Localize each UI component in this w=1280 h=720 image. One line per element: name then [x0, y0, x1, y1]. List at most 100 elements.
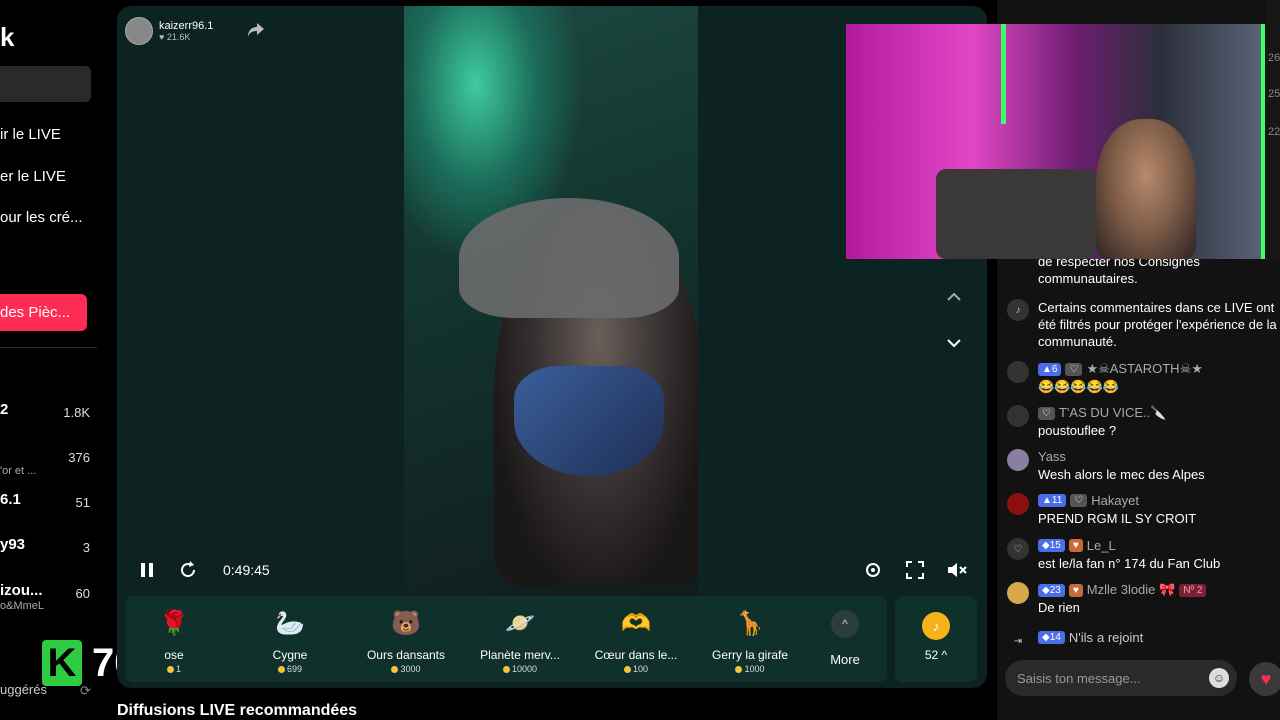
refresh-button[interactable] — [177, 558, 199, 582]
gift-name: Cygne — [272, 648, 308, 662]
chevron-up-icon: ^ — [831, 610, 859, 638]
get-coins-button[interactable]: des Pièc... — [0, 294, 87, 331]
recommended-heading: Diffusions LIVE recommandées — [117, 702, 358, 719]
gift-price: 100 — [581, 664, 691, 674]
level-badge: ▲ 6 — [1038, 362, 1062, 376]
chat-text: Wesh alors le mec des Alpes — [1038, 467, 1205, 482]
level-badge: ▲ 11 — [1038, 494, 1067, 507]
chat-message[interactable]: ♡ T'AS DU VICE..🔪 poustouflee ? — [1007, 405, 1277, 441]
chat-head: ♡ T'AS DU VICE..🔪 — [1038, 405, 1167, 421]
avatar[interactable] — [1007, 582, 1029, 604]
chat-text: PREND RGM IL SY CROIT — [1038, 511, 1197, 526]
gift-price: 3000 — [351, 664, 461, 674]
giraffe-icon: 🦒 — [735, 609, 765, 637]
fan-badge: ♡ — [1070, 494, 1088, 507]
chat-text: poustouflee ? — [1038, 423, 1117, 438]
mute-icon[interactable] — [945, 558, 969, 582]
followed-account[interactable]: 2 'or et ... 1.8K — [0, 401, 100, 477]
chat-message[interactable]: Yass Wesh alors le mec des Alpes — [1007, 449, 1277, 485]
streamer-chip[interactable]: kaizerr96.1 ♥ 21.6K — [125, 16, 213, 46]
more-gifts-button[interactable]: ^ More — [825, 610, 865, 667]
gift-name: Ours dansants — [366, 648, 446, 662]
chat-message[interactable]: ▲ 6 ♡ ★☠ASTAROTH☠★ 😂😂😂😂😂 — [1007, 361, 1277, 397]
gift-item[interactable]: 🦒 Gerry la girafe 1000 — [695, 604, 805, 675]
followed-account[interactable]: 6.1 51 — [0, 491, 100, 521]
viewer-count: 1.8K — [63, 405, 90, 420]
next-live-button[interactable] — [943, 333, 965, 355]
coin-balance-button[interactable]: ♪ 52 ^ — [895, 596, 977, 682]
search-input[interactable] — [0, 66, 91, 102]
sidebar-link-creators[interactable]: our les cré... — [0, 209, 83, 226]
account-name: 2 — [0, 401, 9, 418]
viewer-count: 376 — [68, 450, 90, 465]
gift-item[interactable]: 🫶 Cœur dans le... 100 — [581, 604, 691, 675]
chat-message[interactable]: ▲ 11 ♡ Hakayet PREND RGM IL SY CROIT — [1007, 493, 1277, 529]
account-name: y93 — [0, 536, 26, 553]
gift-item[interactable]: 🪐 Planète merv... 10000 — [465, 604, 575, 675]
fullscreen-icon[interactable] — [903, 558, 927, 582]
chat-head: ▲ 11 ♡ Hakayet — [1038, 493, 1139, 508]
avatar[interactable] — [1007, 405, 1029, 427]
chat-username: ★☠ASTAROTH☠★ — [1086, 361, 1203, 376]
live-video[interactable] — [404, 6, 698, 596]
account-name: 6.1 — [0, 491, 21, 508]
sidebar-link-live-2[interactable]: er le LIVE — [0, 168, 66, 185]
chat-username: T'AS DU VICE..🔪 — [1058, 405, 1167, 420]
followed-account[interactable]: y93 3 — [0, 536, 100, 566]
tiktok-coin-icon: ♪ — [922, 612, 950, 640]
gift-name: Gerry la girafe — [711, 648, 789, 662]
heart-icon: ♡ — [1007, 538, 1029, 560]
elapsed-time: 0:49:45 — [223, 562, 270, 578]
gift-bar: 🌹 ose 1 🦢 Cygne 699 🐻 Ours dansants 3000… — [125, 596, 887, 682]
avatar[interactable] — [125, 17, 153, 45]
avatar[interactable] — [1007, 361, 1029, 383]
chat-message[interactable]: ♡ ◆ 15 ♥ Le_L est le/la fan n° 174 du Fan… — [1007, 538, 1277, 574]
chat-text: est le/la fan n° 174 du Fan Club — [1038, 556, 1221, 571]
followed-account[interactable]: izou... o&MmeL 60 — [0, 582, 100, 612]
sidebar-link-live-1[interactable]: ir le LIVE — [0, 126, 61, 143]
streamer-likes: ♥ 21.6K — [159, 32, 191, 42]
left-sidebar: k ir le LIVE er le LIVE our les cré... d… — [0, 0, 110, 720]
system-text: Certains commentaires dans ce LIVE ont é… — [1038, 300, 1277, 349]
avatar[interactable] — [1007, 493, 1029, 515]
webcam-person — [1096, 119, 1196, 259]
chat-head: ◆ 14 N'ils a rejoint — [1038, 630, 1143, 645]
k-badge: K — [42, 640, 82, 686]
avatar[interactable] — [1007, 449, 1029, 471]
chat-placeholder: Saisis ton message... — [1017, 670, 1141, 686]
gift-name: Planète merv... — [480, 648, 560, 662]
gift-item[interactable]: 🐻 Ours dansants 3000 — [351, 604, 461, 675]
chat-head: ◆ 23 ♥ Mzlle 3lodie 🎀 Nº 2 — [1038, 582, 1207, 598]
coin-count: 52 ^ — [924, 648, 948, 662]
share-icon[interactable] — [247, 22, 267, 38]
player-controls: 0:49:45 — [137, 558, 967, 586]
viewer-count: 51 — [75, 495, 90, 510]
like-heart-button[interactable]: ♥ — [1249, 662, 1280, 696]
chat-message[interactable]: ◆ 23 ♥ Mzlle 3lodie 🎀 Nº 2 De rien — [1007, 582, 1277, 618]
streamer-name: kaizerr96.1 — [159, 20, 214, 32]
chat-message-input[interactable]: Saisis ton message... ☺ — [1005, 660, 1237, 696]
chat-username: Hakayet — [1091, 493, 1139, 508]
gift-item[interactable]: 🦢 Cygne 699 — [235, 604, 345, 675]
level-badge: ◆ 23 — [1038, 583, 1065, 597]
logo[interactable]: k — [0, 22, 14, 53]
webcam-neon-light — [1001, 24, 1006, 124]
followed-account[interactable]: 376 — [0, 446, 100, 476]
rose-icon: 🌹 — [159, 609, 189, 637]
emoji-icon[interactable]: ☺ — [1209, 668, 1229, 688]
gift-price: 10000 — [465, 664, 575, 674]
fan-badge: ♥ — [1068, 583, 1083, 597]
gift-name: Cœur dans le... — [594, 648, 678, 662]
join-icon: ⇥ — [1013, 635, 1023, 647]
chat-head: ▲ 6 ♡ ★☠ASTAROTH☠★ — [1038, 361, 1203, 377]
chat-username: N'ils — [1068, 630, 1093, 645]
previous-live-button[interactable] — [943, 285, 965, 307]
bears-icon: 🐻 — [391, 609, 421, 637]
chat-head: ◆ 15 ♥ Le_L — [1038, 538, 1116, 553]
settings-gear-icon[interactable] — [861, 558, 885, 582]
heart-hands-icon: 🫶 — [621, 609, 651, 637]
account-name: izou... — [0, 582, 43, 599]
pause-button[interactable] — [137, 558, 157, 582]
gift-item[interactable]: 🌹 ose 1 — [119, 604, 229, 675]
gift-name: ose — [164, 648, 184, 662]
